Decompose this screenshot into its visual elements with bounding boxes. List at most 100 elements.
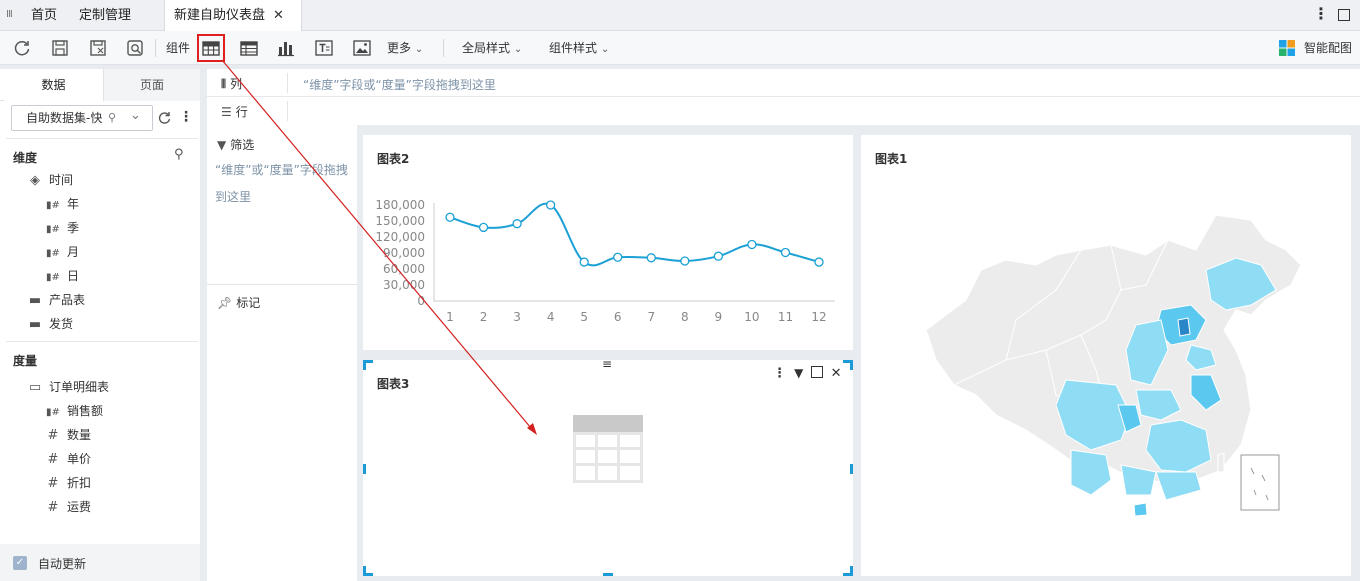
field-sales[interactable]: ▮# 销售额: [45, 401, 103, 421]
menu-grip-icon[interactable]: III: [6, 9, 15, 20]
save-as-icon[interactable]: [87, 37, 109, 59]
data-point[interactable]: [545, 200, 556, 210]
y-tick-label: 180,000: [375, 198, 425, 212]
folder-shipping[interactable]: ▬ 发货: [27, 314, 73, 334]
resize-handle-br[interactable]: [843, 566, 853, 576]
bar-chart-icon[interactable]: [275, 37, 297, 59]
map-region-yunnan: [1070, 449, 1112, 496]
search-fields-icon[interactable]: ⚲: [174, 147, 184, 162]
y-tick-label: 90,000: [383, 246, 425, 260]
data-point[interactable]: [613, 252, 623, 262]
data-point[interactable]: [646, 253, 656, 263]
marks-title[interactable]: 📌︎ 标记: [217, 294, 260, 311]
close-tab-icon[interactable]: ✕: [273, 0, 284, 31]
smart-layout-button[interactable]: 智能配图: [1304, 31, 1352, 65]
data-point[interactable]: [680, 256, 690, 266]
tab-new-dashboard[interactable]: 新建自助仪表盘 ✕: [164, 0, 302, 31]
text-component-icon[interactable]: [313, 37, 335, 59]
dataset-more-icon[interactable]: ⋮: [179, 109, 193, 125]
field-quantity[interactable]: # 数量: [45, 425, 91, 445]
x-tick-label: 12: [811, 310, 826, 324]
time-field-icon: ▮#: [46, 272, 60, 283]
row-label-text: 行: [235, 105, 248, 119]
map-region-hainan: [1133, 502, 1148, 517]
chevron-down-icon: ⌄: [600, 44, 610, 55]
filter-drop-zone[interactable]: “维度”或“度量”字段拖拽到这里: [215, 157, 355, 211]
data-panel-tabs: 数据 页面: [0, 69, 200, 101]
dataset-select[interactable]: 自助数据集-快 ⚲ ⌄: [11, 105, 153, 131]
more-vert-icon[interactable]: ⋮: [1313, 5, 1329, 25]
filter-marks-panel: ▼ 筛选 “维度”或“度量”字段拖拽到这里 📌︎ 标记: [207, 125, 357, 581]
image-component-icon[interactable]: [351, 37, 373, 59]
field-quarter[interactable]: ▮# 季: [45, 218, 79, 238]
resize-handle-left[interactable]: [363, 464, 366, 474]
preview-icon[interactable]: [124, 37, 146, 59]
resize-handle-tl[interactable]: [363, 360, 373, 370]
data-point[interactable]: [780, 247, 791, 258]
tab-data[interactable]: 数据: [4, 69, 104, 101]
x-tick-label: 6: [614, 310, 622, 324]
field-group-time[interactable]: ◈ 时间: [27, 170, 73, 190]
toolbar: 组件 更多 ⌄ 全局样式 ⌄ 组件样式 ⌄ 智能配图: [0, 31, 1360, 65]
more-menu[interactable]: 更多 ⌄: [387, 31, 423, 65]
divider: [287, 73, 288, 93]
data-point[interactable]: [713, 251, 724, 261]
folder-icon: ▬: [28, 293, 42, 308]
tab-page[interactable]: 页面: [104, 69, 200, 101]
global-style-label: 全局样式: [462, 41, 511, 55]
card-more-icon[interactable]: ⋮: [773, 366, 786, 381]
chart-card-2[interactable]: 图表2 0 30,000 60,000 90,000 120,000 150,000 180…: [363, 135, 853, 350]
card-tools: ⋮ ▼ ✕: [773, 366, 842, 382]
south-china-sea-inset: [1240, 454, 1280, 511]
chevron-down-icon[interactable]: ⌄: [130, 106, 141, 128]
chart-card-1[interactable]: 图表1: [861, 135, 1351, 576]
tab-home[interactable]: 首页: [31, 0, 57, 31]
window-maximize-icon[interactable]: [1338, 9, 1350, 21]
field-month[interactable]: ▮# 月: [45, 242, 79, 262]
search-icon[interactable]: ⚲: [108, 106, 116, 130]
refresh-icon[interactable]: [11, 37, 33, 59]
column-shelf[interactable]: ⫴ 列 “维度”字段或“度量”字段拖拽到这里: [207, 69, 1360, 97]
field-unit-price[interactable]: # 单价: [45, 449, 91, 469]
folder-order-details[interactable]: ▭ 订单明细表: [27, 377, 109, 397]
folder-open-icon: ▭: [28, 380, 42, 395]
x-tick-label: 8: [681, 310, 689, 324]
component-style-menu[interactable]: 组件样式 ⌄: [549, 31, 609, 65]
resize-handle-right[interactable]: [850, 464, 853, 474]
field-year[interactable]: ▮# 年: [45, 194, 79, 214]
save-icon[interactable]: [49, 37, 71, 59]
data-point[interactable]: [579, 257, 589, 267]
table-component-button[interactable]: [197, 34, 225, 62]
resize-handle-bl[interactable]: [363, 566, 373, 576]
data-point[interactable]: [512, 219, 522, 229]
y-tick-label: 60,000: [383, 262, 425, 276]
resize-handle-tr[interactable]: [843, 360, 853, 370]
folder-icon: ▬: [28, 317, 42, 332]
crosstab-icon[interactable]: [238, 37, 260, 59]
hash-icon: #: [47, 500, 59, 515]
refresh-dataset-icon[interactable]: [156, 110, 172, 126]
global-style-menu[interactable]: 全局样式 ⌄: [462, 31, 522, 65]
field-freight[interactable]: # 运费: [45, 497, 91, 517]
field-day[interactable]: ▮# 日: [45, 266, 79, 286]
x-tick-label: 5: [580, 310, 588, 324]
row-shelf[interactable]: ☰ 行: [207, 97, 1360, 125]
data-point[interactable]: [747, 239, 757, 250]
card-close-icon[interactable]: ✕: [831, 366, 842, 381]
smart-layout-icon[interactable]: [1278, 39, 1296, 57]
card-filter-icon[interactable]: ▼: [794, 366, 803, 380]
data-point[interactable]: [814, 257, 824, 267]
tab-custom-management[interactable]: 定制管理: [79, 0, 131, 31]
folder-product-table[interactable]: ▬ 产品表: [27, 290, 85, 310]
data-point[interactable]: [478, 222, 489, 233]
resize-handle-bottom[interactable]: [603, 573, 613, 576]
drag-handle-icon[interactable]: ≡: [602, 357, 612, 371]
field-discount[interactable]: # 折扣: [45, 473, 91, 493]
x-tick-label: 2: [480, 310, 488, 324]
chart-card-3[interactable]: 图表3 ⋮ ▼ ✕ ≡: [363, 357, 853, 576]
toolbar-divider: [443, 39, 444, 57]
card-maximize-icon[interactable]: [810, 366, 823, 378]
auto-update-checkbox[interactable]: ✓: [13, 556, 27, 570]
data-point[interactable]: [445, 212, 455, 222]
x-tick-label: 4: [547, 310, 555, 324]
